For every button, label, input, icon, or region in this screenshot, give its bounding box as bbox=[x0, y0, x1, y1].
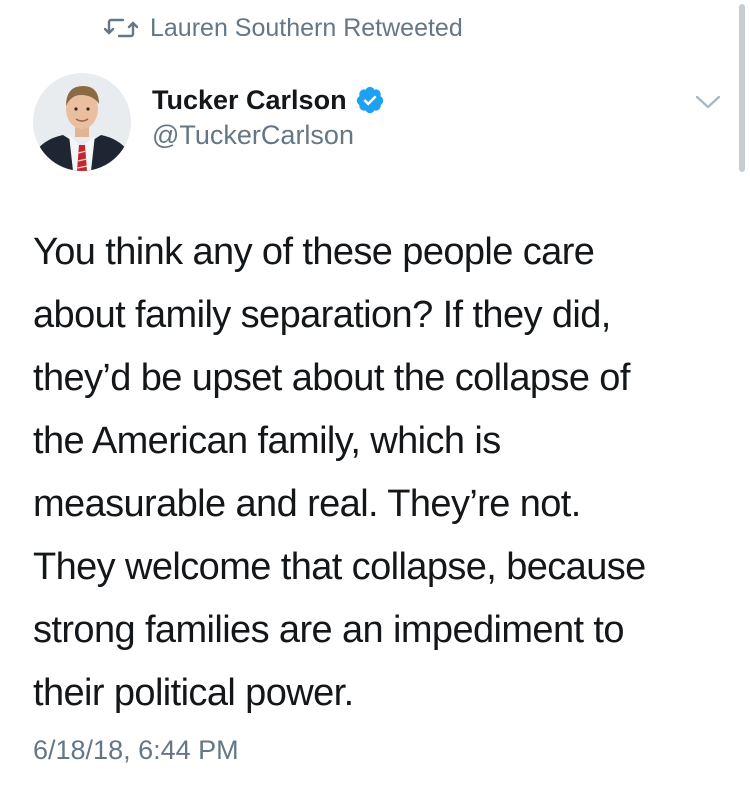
retweet-label[interactable]: Lauren Southern Retweeted bbox=[150, 14, 463, 43]
retweet-icon bbox=[103, 16, 139, 40]
tweet-text-line: their political power. bbox=[33, 672, 354, 714]
author-name-row[interactable]: Tucker Carlson bbox=[152, 82, 385, 118]
retweet-banner: Lauren Southern Retweeted bbox=[103, 12, 463, 44]
tweet-text-line: They welcome that collapse, because bbox=[33, 546, 646, 588]
verified-badge-icon bbox=[355, 85, 385, 115]
tweet-text: You think any of these people care about… bbox=[33, 221, 723, 725]
scrollbar[interactable] bbox=[739, 4, 745, 172]
author-display-name[interactable]: Tucker Carlson bbox=[152, 85, 347, 116]
tweet-text-line: they’d be upset about the collapse of bbox=[33, 357, 630, 399]
tweet-menu-button[interactable] bbox=[692, 88, 724, 116]
chevron-down-icon bbox=[692, 95, 724, 120]
tweet-text-line: You think any of these people care bbox=[33, 231, 595, 273]
tweet-text-line: about family separation? If they did, bbox=[33, 294, 611, 336]
tweet-timestamp[interactable]: 6/18/18, 6:44 PM bbox=[33, 735, 239, 766]
avatar[interactable] bbox=[33, 73, 131, 171]
tweet-text-line: measurable and real. They’re not. bbox=[33, 483, 581, 525]
tweet-text-line: the American family, which is bbox=[33, 420, 501, 462]
tweet-text-line: strong families are an impediment to bbox=[33, 609, 625, 651]
author-handle[interactable]: @TuckerCarlson bbox=[152, 120, 354, 151]
